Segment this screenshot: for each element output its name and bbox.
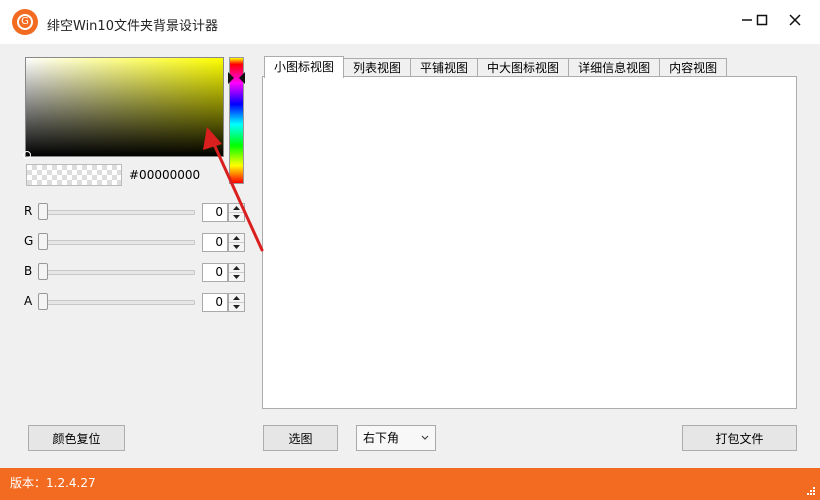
folder-preview-area[interactable]	[262, 76, 797, 409]
maximize-button[interactable]	[748, 8, 776, 32]
tab-5[interactable]: 详细信息视图	[568, 58, 661, 78]
chevron-down-icon	[421, 435, 429, 440]
hex-value-label: #00000000	[129, 168, 201, 182]
channel-slider-b[interactable]	[38, 270, 195, 275]
spin-down-icon[interactable]	[229, 213, 244, 221]
channel-label-a: A	[24, 294, 33, 308]
channel-slider-g[interactable]	[38, 240, 195, 245]
select-image-button[interactable]: 选图	[263, 425, 338, 451]
select-image-label: 选图	[288, 431, 313, 446]
channel-slider-thumb-b[interactable]	[38, 263, 48, 280]
channel-slider-r[interactable]	[38, 210, 195, 215]
channel-spinner-b[interactable]	[228, 263, 245, 282]
channel-label-r: R	[24, 204, 33, 218]
channel-label-b: B	[24, 264, 33, 278]
status-bar: 版本：1.2.4.27	[0, 468, 820, 500]
pack-files-label: 打包文件	[715, 431, 764, 446]
spin-down-icon[interactable]	[229, 243, 244, 251]
tab-4[interactable]: 中大图标视图	[477, 58, 570, 78]
color-reset-label: 颜色复位	[52, 431, 101, 446]
tab-1[interactable]: 小图标视图	[264, 56, 345, 78]
spin-up-icon[interactable]	[229, 204, 244, 213]
spin-down-icon[interactable]	[229, 303, 244, 311]
hue-marker-icon[interactable]	[228, 72, 245, 84]
pack-files-button[interactable]: 打包文件	[682, 425, 797, 451]
spin-down-icon[interactable]	[229, 273, 244, 281]
spin-up-icon[interactable]	[229, 234, 244, 243]
channel-slider-thumb-a[interactable]	[38, 293, 48, 310]
channel-value-input-a[interactable]: 0	[202, 293, 228, 312]
channel-spinner-a[interactable]	[228, 293, 245, 312]
title-bar: G 绯空Win10文件夹背景设计器	[0, 0, 820, 44]
tab-3[interactable]: 平铺视图	[410, 58, 479, 78]
channel-value-input-b[interactable]: 0	[202, 263, 228, 282]
window-title: 绯空Win10文件夹背景设计器	[47, 19, 218, 34]
channel-value-input-r[interactable]: 0	[202, 203, 228, 222]
color-reset-button[interactable]: 颜色复位	[28, 425, 125, 451]
version-label: 版本：1.2.4.27	[10, 476, 96, 490]
channel-spinner-r[interactable]	[228, 203, 245, 222]
maximize-icon	[756, 14, 768, 26]
channel-value-input-g[interactable]: 0	[202, 233, 228, 252]
saturation-value-picker[interactable]	[23, 57, 224, 159]
color-preview-swatch	[26, 164, 122, 186]
channel-slider-thumb-r[interactable]	[38, 203, 48, 220]
tab-2[interactable]: 列表视图	[343, 58, 412, 78]
spin-up-icon[interactable]	[229, 264, 244, 273]
close-button[interactable]	[781, 8, 809, 32]
channel-slider-thumb-g[interactable]	[38, 233, 48, 250]
position-select[interactable]: 右下角	[356, 425, 436, 451]
channel-spinner-g[interactable]	[228, 233, 245, 252]
color-picker-cursor[interactable]	[23, 151, 31, 159]
channel-slider-a[interactable]	[38, 300, 195, 305]
app-logo-icon: G	[12, 9, 38, 35]
spin-up-icon[interactable]	[229, 294, 244, 303]
channel-label-g: G	[24, 234, 34, 248]
tab-6[interactable]: 内容视图	[659, 58, 728, 78]
position-select-value: 右下角	[363, 431, 400, 445]
resize-grip-icon[interactable]	[806, 486, 816, 496]
view-tabs: 小图标视图 列表视图 平铺视图 中大图标视图 详细信息视图 内容视图	[264, 56, 728, 78]
close-icon	[789, 14, 801, 26]
